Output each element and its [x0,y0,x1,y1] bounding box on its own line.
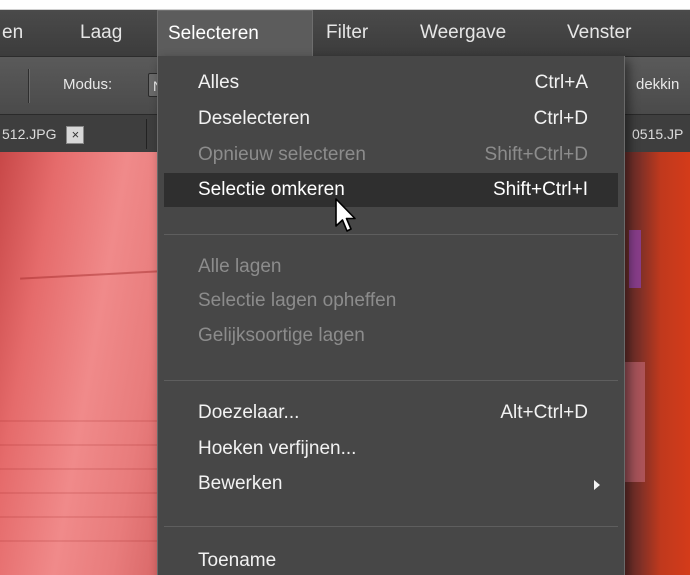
submenu-arrow-icon [594,480,600,490]
selecteren-dropdown-menu: Alles Ctrl+A Deselecteren Ctrl+D Opnieuw… [157,56,625,575]
menu-item-label: Deselecteren [198,108,310,129]
menu-item-selectie-lagen-opheffen[interactable]: Selectie lagen opheffen [164,284,618,318]
menu-item-label: Toename [198,550,277,571]
photo-canvas[interactable] [0,152,158,575]
app-window: en Laag Selecteren Filter Weergave Venst… [0,10,690,575]
menu-item-label: Selectie lagen opheffen [198,290,397,311]
canvas-stripe [0,492,158,494]
menu-item-label: Bewerken [198,473,283,494]
canvas-detail [629,230,641,288]
menu-item-deselecteren[interactable]: Deselecteren Ctrl+D [164,102,618,136]
canvas-stripe [0,444,158,446]
canvas-stripe [0,540,158,542]
canvas-stripe [0,468,158,470]
options-separator [28,69,30,103]
photo-canvas-right[interactable] [617,152,690,575]
menu-divider [164,234,618,235]
document-tab-left[interactable]: 512.JPG × [2,115,85,153]
document-tab-right[interactable]: 0515.JP [632,115,683,153]
tab-divider [146,119,147,149]
menu-divider [164,380,618,381]
menu-item-opnieuw-selecteren[interactable]: Opnieuw selecteren Shift+Ctrl+D [164,138,618,172]
menu-divider [164,526,618,527]
menu-item-alles[interactable]: Alles Ctrl+A [164,66,618,100]
menu-bar: en Laag Selecteren Filter Weergave Venst… [0,10,690,56]
menu-selecteren[interactable]: Selecteren [157,10,313,56]
menu-item-shortcut: Alt+Ctrl+D [500,402,588,423]
menu-item-label: Doezelaar... [198,402,300,423]
canvas-detail [623,362,645,482]
canvas-stripe [0,516,158,518]
menu-item-label: Alles [198,72,240,93]
menu-item-gelijksoortige-lagen[interactable]: Gelijksoortige lagen [164,319,618,353]
mode-label: Modus: [63,76,113,93]
menu-item-label: Selectie omkeren [198,179,345,200]
menu-item-shortcut: Ctrl+A [534,72,588,93]
menu-item-alle-lagen[interactable]: Alle lagen [164,250,618,284]
menu-item-shortcut: Ctrl+D [533,108,588,129]
menu-item-shortcut: Shift+Ctrl+I [492,179,588,200]
menu-item-label: Opnieuw selecteren [198,144,366,165]
menu-item-doezelaar[interactable]: Doezelaar... Alt+Ctrl+D [164,396,618,430]
menu-item-label: Alle lagen [198,256,282,277]
menu-item-bewerken[interactable]: Bewerken [164,467,618,501]
menu-item-label: Hoeken verfijnen... [198,438,357,459]
menu-item-shortcut: Shift+Ctrl+D [484,144,588,165]
menu-item-label: Gelijksoortige lagen [198,325,365,346]
menu-item-selectie-omkeren[interactable]: Selectie omkeren Shift+Ctrl+I [164,173,618,207]
opacity-label: dekkin [636,76,680,93]
menu-weergave[interactable]: Weergave [410,10,516,56]
close-icon[interactable]: × [66,126,85,145]
document-tab-title: 0515.JP [632,126,684,142]
menu-laag[interactable]: Laag [70,10,132,56]
mouse-pointer-icon [335,198,356,232]
menu-item-toename[interactable]: Toename [164,544,618,575]
document-tab-title: 512.JPG [2,126,57,142]
canvas-stripe [20,270,158,280]
menu-filter[interactable]: Filter [316,10,378,56]
menu-venster[interactable]: Venster [557,10,641,56]
menu-item-hoeken-verfijnen[interactable]: Hoeken verfijnen... [164,432,618,466]
menu-bewerken-partial[interactable]: en [0,10,33,56]
canvas-stripe [0,420,158,422]
